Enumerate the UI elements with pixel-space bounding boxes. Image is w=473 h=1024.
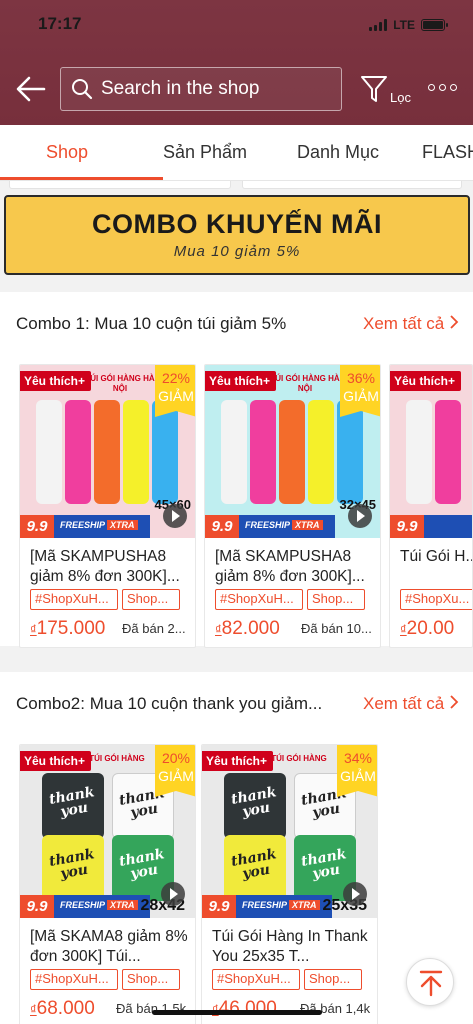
promo-9-9-badge: 9.9 FREESHIP XTRA — [202, 895, 332, 918]
dot-icon — [439, 84, 446, 91]
product-tag: #ShopXuH... — [30, 589, 118, 610]
brand-logo-text: TÚI GÓI HÀNG HÀ NỘI — [270, 374, 340, 393]
product-tag: #ShopXuH... — [30, 969, 118, 990]
discount-badge: 36% GIẢM — [340, 365, 380, 417]
video-play-icon[interactable] — [161, 882, 185, 906]
home-indicator — [152, 1010, 322, 1015]
search-placeholder: Search in the shop — [101, 78, 260, 99]
discount-badge: 34% GIẢM — [337, 745, 377, 797]
shop-tabs: Shop Sản Phẩm Danh Mục FLASH — [0, 125, 473, 181]
product-tag: #ShopXu... — [400, 589, 472, 610]
product-price: ₫82.000 — [215, 618, 280, 639]
section-title: Combo 1: Mua 10 cuộn túi giảm 5% — [16, 314, 287, 333]
product-tag: Shop... — [122, 969, 180, 990]
filter-label: Lọc — [390, 90, 411, 105]
dot-icon — [428, 84, 435, 91]
banner-title: COMBO KHUYẾN MÃI — [92, 209, 382, 239]
scroll-to-top-button[interactable] — [406, 958, 454, 1006]
promo-9-9-badge: 9.9 FREESHIP XTRA — [205, 515, 335, 538]
discount-badge: 22% GIẢM — [155, 365, 195, 417]
back-button[interactable] — [14, 72, 48, 106]
signal-icon — [369, 19, 388, 31]
previous-card-edge — [242, 181, 462, 189]
product-price: ₫20.00 — [400, 618, 455, 639]
product-price: ₫68.000 — [30, 998, 95, 1019]
shop-header: 17:17 LTE Search in the shop Lọc — [0, 0, 473, 125]
product-price: ₫46.000 — [212, 998, 277, 1019]
favorite-badge: Yêu thích+ — [20, 371, 92, 391]
product-price: ₫175.000 — [30, 618, 106, 639]
brand-logo-text: TÚI GÓI HÀNG — [271, 754, 327, 763]
see-all-label: Xem tất cả — [363, 694, 445, 713]
favorite-badge: Yêu thích+ — [202, 751, 274, 771]
video-play-icon[interactable] — [343, 882, 367, 906]
product-card[interactable]: thank you thank you thank you thank you … — [19, 744, 196, 1024]
banner-subtitle: Mua 10 giảm 5% — [173, 243, 301, 260]
shop-search-input[interactable]: Search in the shop — [60, 67, 342, 111]
tab-flash-sale[interactable]: FLASH — [422, 142, 473, 163]
product-tag: Shop... — [307, 589, 365, 610]
combo-section-2: Combo2: Mua 10 cuộn thank you giảm... Xe… — [0, 672, 473, 1024]
search-icon — [72, 79, 93, 100]
favorite-badge: Yêu thích+ — [205, 371, 277, 391]
video-play-icon[interactable] — [163, 504, 187, 528]
section-title: Combo2: Mua 10 cuộn thank you giảm... — [16, 694, 323, 713]
status-indicators: LTE — [369, 18, 448, 32]
tab-categories[interactable]: Danh Mục — [297, 142, 379, 163]
see-all-link[interactable]: Xem tất cả — [363, 694, 459, 714]
arrow-left-icon — [16, 76, 46, 102]
see-all-label: Xem tất cả — [363, 314, 445, 333]
combo-promo-banner[interactable]: COMBO KHUYẾN MÃI Mua 10 giảm 5% — [4, 195, 470, 275]
filter-icon — [361, 76, 387, 102]
status-bar: 17:17 LTE — [38, 14, 448, 42]
favorite-badge: Yêu thích+ — [390, 371, 462, 391]
promo-9-9-badge: 9.9 — [390, 515, 472, 538]
product-name: [Mã SKAMPUSHA8 giảm 8% đơn 300K]... — [215, 548, 365, 585]
chevron-right-icon — [450, 315, 459, 329]
product-name: Túi Gói Hàng In Thank You 25x35 T... — [212, 928, 368, 965]
active-tab-indicator — [0, 177, 163, 180]
tab-products[interactable]: Sản Phẩm — [163, 142, 247, 163]
arrow-up-icon — [419, 970, 443, 997]
favorite-badge: Yêu thích+ — [20, 751, 92, 771]
product-tag: Shop... — [122, 589, 180, 610]
see-all-link[interactable]: Xem tất cả — [363, 314, 459, 334]
discount-badge: 20% GIẢM — [155, 745, 195, 797]
filter-button[interactable]: Lọc — [360, 74, 416, 108]
network-label: LTE — [393, 18, 415, 32]
product-name: [Mã SKAMA8 giảm 8% đơn 300K] Túi... — [30, 928, 188, 965]
product-tag: #ShopXuH... — [212, 969, 300, 990]
product-card[interactable]: 9.9 Yêu thích+ Túi Gói H... Niêm Pho... … — [389, 364, 473, 648]
product-name: Túi Gói H... Niêm Pho... — [400, 548, 472, 565]
promo-9-9-badge: 9.9 FREESHIP XTRA — [20, 895, 150, 918]
dot-icon — [450, 84, 457, 91]
more-options-button[interactable] — [428, 84, 457, 91]
product-card[interactable]: TÚI GÓI HÀNG HÀ NỘI 22% GIẢM 9.9 FREESHIP X… — [19, 364, 196, 648]
product-card[interactable]: thank you thank you thank you thank you … — [201, 744, 378, 1024]
promo-9-9-badge: 9.9 FREESHIP XTRA — [20, 515, 150, 538]
tab-shop[interactable]: Shop — [46, 142, 88, 163]
battery-icon — [421, 19, 448, 31]
sold-count: Đã bán 2... — [122, 621, 186, 636]
video-play-icon[interactable] — [348, 504, 372, 528]
combo-section-1: Combo 1: Mua 10 cuộn túi giảm 5% Xem tất… — [0, 292, 473, 648]
product-tag: #ShopXuH... — [215, 589, 303, 610]
brand-logo-text: TÚI GÓI HÀNG — [89, 754, 145, 763]
brand-logo-text: TÚI GÓI HÀNG HÀ NỘI — [85, 374, 155, 393]
status-time: 17:17 — [38, 14, 82, 33]
product-name: [Mã SKAMPUSHA8 giảm 8% đơn 300K]... — [30, 548, 180, 585]
product-card[interactable]: TÚI GÓI HÀNG HÀ NỘI 36% GIẢM 9.9 FREESHIP X… — [204, 364, 381, 648]
chevron-right-icon — [450, 695, 459, 709]
product-tag: Shop... — [304, 969, 362, 990]
sold-count: Đã bán 10... — [301, 621, 372, 636]
previous-card-edge — [9, 181, 231, 189]
